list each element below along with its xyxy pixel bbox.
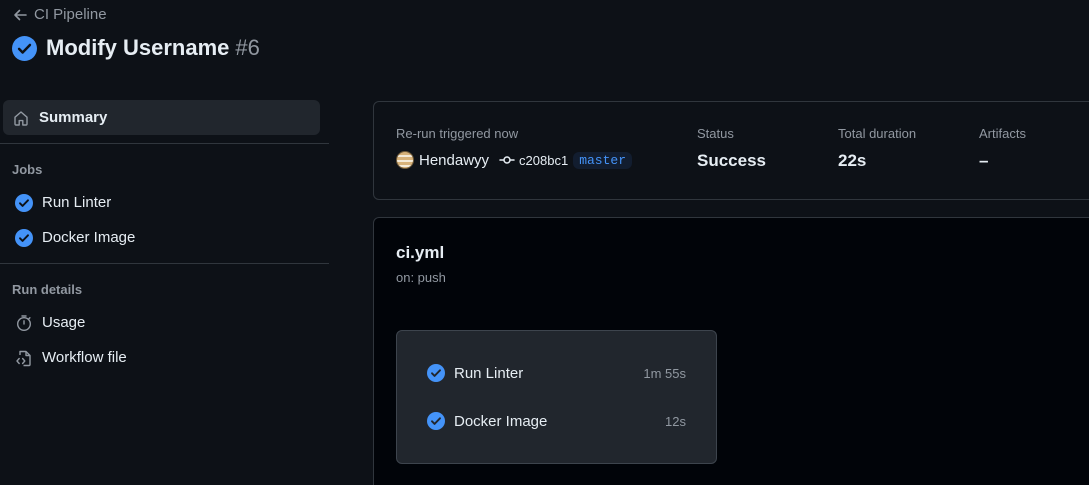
back-to-workflow-link[interactable]: CI Pipeline bbox=[12, 6, 107, 23]
duration-value: 22s bbox=[838, 151, 867, 170]
check-circle-icon bbox=[427, 412, 445, 430]
trigger-label: Re-run triggered now bbox=[396, 126, 519, 141]
jobs-heading: Jobs bbox=[12, 162, 43, 177]
artifacts-section: Artifacts – bbox=[979, 126, 1026, 171]
sidebar-item-summary[interactable]: Summary bbox=[3, 100, 320, 135]
run-details-heading: Run details bbox=[12, 282, 83, 297]
job-name: Run Linter bbox=[454, 364, 524, 382]
stopwatch-icon bbox=[16, 314, 32, 331]
home-icon bbox=[14, 110, 28, 126]
run-title: Modify Username #6 bbox=[46, 35, 260, 60]
job-name: Docker Image bbox=[454, 412, 548, 430]
check-circle-icon bbox=[12, 35, 37, 61]
page-title: Modify Username #6 bbox=[12, 35, 260, 61]
triggering-user-link[interactable]: Hendawyy bbox=[419, 152, 489, 169]
run-summary-card: Re-run triggered now Hendawyy c208bc1 ma… bbox=[373, 101, 1089, 200]
sidebar-item-label: Workflow file bbox=[42, 349, 127, 366]
commit-link[interactable]: c208bc1 bbox=[499, 152, 568, 168]
artifacts-label: Artifacts bbox=[979, 126, 1026, 141]
arrow-left-icon bbox=[14, 9, 27, 20]
job-duration: 12s bbox=[665, 413, 686, 429]
check-circle-icon bbox=[15, 228, 33, 247]
job-node-docker-image[interactable]: Docker Image 12s bbox=[427, 410, 686, 432]
workflow-file-name: ci.yml bbox=[396, 243, 445, 262]
job-node-run-linter[interactable]: Run Linter 1m 55s bbox=[427, 362, 686, 384]
file-code-icon bbox=[16, 350, 31, 366]
workflow-graph-card: ci.yml on: push Run Linter 1m 55s Docker… bbox=[373, 217, 1089, 485]
trigger-section: Re-run triggered now Hendawyy c208bc1 ma… bbox=[396, 126, 633, 169]
sidebar-item-docker-image[interactable]: Docker Image bbox=[3, 220, 320, 255]
sidebar-item-label: Summary bbox=[39, 109, 108, 126]
sidebar-item-label: Usage bbox=[42, 314, 86, 331]
sidebar-item-label: Run Linter bbox=[42, 194, 112, 211]
avatar[interactable] bbox=[396, 151, 414, 169]
workflow-trigger: on: push bbox=[396, 270, 446, 285]
sidebar: Summary Jobs Run Linter Docker Image Run… bbox=[0, 100, 329, 375]
sidebar-item-workflow-file[interactable]: Workflow file bbox=[3, 340, 320, 375]
status-label: Status bbox=[697, 126, 734, 141]
back-link-label: CI Pipeline bbox=[34, 6, 107, 23]
duration-section: Total duration 22s bbox=[838, 126, 916, 171]
status-value: Success bbox=[697, 151, 766, 170]
status-section: Status Success bbox=[697, 126, 766, 171]
branch-badge[interactable]: master bbox=[573, 151, 633, 169]
git-commit-icon bbox=[499, 156, 515, 164]
job-duration: 1m 55s bbox=[643, 365, 686, 381]
check-circle-icon bbox=[15, 193, 33, 212]
check-circle-icon bbox=[427, 364, 445, 382]
run-number: #6 bbox=[235, 35, 260, 60]
sidebar-item-run-linter[interactable]: Run Linter bbox=[3, 185, 320, 220]
sidebar-item-usage[interactable]: Usage bbox=[3, 305, 320, 340]
sidebar-item-label: Docker Image bbox=[42, 229, 136, 246]
artifacts-value: – bbox=[979, 151, 989, 170]
commit-sha: c208bc1 bbox=[519, 152, 569, 168]
duration-label: Total duration bbox=[838, 126, 917, 141]
jobs-group: Run Linter 1m 55s Docker Image 12s bbox=[396, 330, 717, 464]
